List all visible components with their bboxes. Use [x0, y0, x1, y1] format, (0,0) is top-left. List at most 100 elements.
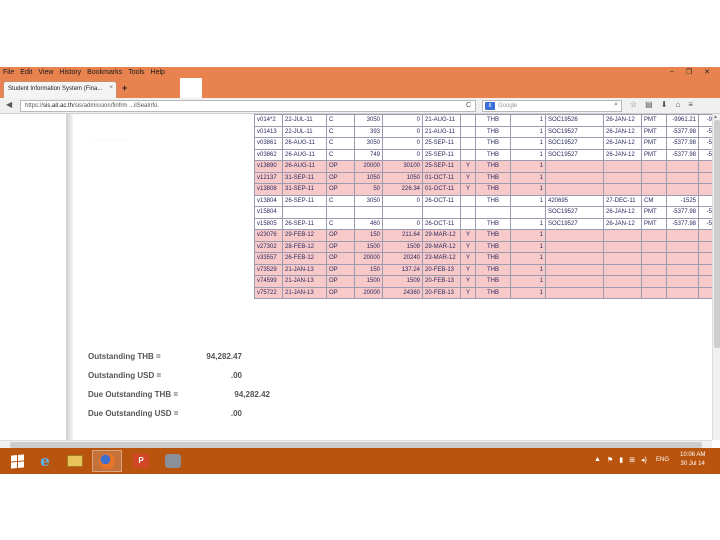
taskbar-utility[interactable] [158, 450, 188, 472]
table-cell: 0 [382, 148, 423, 161]
table-cell: -1525 [666, 194, 699, 207]
table-cell: THB [475, 171, 511, 184]
table-cell: THB [475, 286, 511, 299]
download-icon[interactable]: ⬇ [661, 100, 668, 109]
table-cell: -5377.98 [666, 125, 699, 138]
table-cell [641, 263, 667, 276]
window-controls: – ❐ ✕ [670, 68, 716, 76]
menu-view[interactable]: View [38, 69, 53, 76]
magnifier-icon[interactable]: ⌕ [614, 101, 618, 109]
table-cell: OP [326, 171, 355, 184]
tab-close-icon[interactable]: × [109, 85, 113, 91]
table-cell: 1 [510, 137, 546, 150]
table-cell: 3050 [354, 137, 383, 150]
table-cell: CM [641, 194, 667, 207]
table-cell: 26-JAN-12 [603, 206, 642, 219]
table-cell: OP [326, 183, 355, 196]
table-cell [603, 160, 642, 173]
restore-button[interactable]: ❐ [686, 68, 692, 76]
action-center-flag-icon[interactable]: ⚑ [607, 456, 613, 464]
table-cell: 0 [382, 114, 423, 127]
input-language[interactable]: ENG [656, 457, 669, 463]
tab-title: Student Information System (Fina... [8, 86, 103, 92]
table-cell: Y [460, 286, 476, 299]
table-cell: 01-OCT-11 [422, 171, 461, 184]
vertical-scrollbar[interactable]: ▲ [712, 114, 720, 440]
table-cell: 3050 [354, 194, 383, 207]
menu-bookmarks[interactable]: Bookmarks [87, 69, 122, 76]
table-cell: 31-SEP-11 [282, 171, 327, 184]
taskbar-powerpoint[interactable]: P [126, 450, 156, 472]
table-cell: Y [460, 263, 476, 276]
table-cell [422, 206, 461, 219]
menu-history[interactable]: History [59, 69, 81, 76]
table-cell: -5377.98 [666, 148, 699, 161]
table-cell: 29-MAR-12 [422, 240, 461, 253]
table-cell: -5377.98 [666, 137, 699, 150]
taskbar-firefox[interactable] [92, 450, 122, 472]
outstanding-thb-label: Outstanding THB = [88, 352, 161, 361]
volume-icon[interactable]: ◂) [641, 456, 647, 464]
table-cell: 31-SEP-11 [282, 183, 327, 196]
table-cell: C [326, 125, 355, 138]
table-cell: v13804 [254, 194, 283, 207]
summary-panel: Outstanding THB = 94,282.47 Outstanding … [88, 352, 270, 428]
battery-icon[interactable]: ▮ [619, 456, 623, 464]
table-cell: 1 [510, 183, 546, 196]
tab-student-information-system[interactable]: Student Information System (Fina... × [3, 81, 117, 98]
table-cell: OP [326, 240, 355, 253]
search-engine-icon[interactable]: 8 [485, 102, 495, 110]
table-cell [641, 240, 667, 253]
table-cell: SOC19527 [545, 206, 604, 219]
bookmarks-list-icon[interactable]: ▤ [645, 100, 653, 109]
table-cell: 20-FEB-13 [422, 263, 461, 276]
menu-hamburger-icon[interactable]: ≡ [688, 100, 693, 109]
start-button[interactable] [2, 450, 32, 472]
table-cell [603, 183, 642, 196]
menu-edit[interactable]: Edit [20, 69, 32, 76]
url-host: sis.ait.ac.th [43, 103, 74, 109]
table-row: v03861 26-AUG-11 C 3050 0 25-SEP-11 THB 1 SOC195… [254, 137, 712, 150]
table-cell: 1 [510, 263, 546, 276]
system-tray: ▲ ⚑ ▮ ⊞ ◂) [594, 456, 647, 464]
table-cell: C [326, 114, 355, 127]
search-placeholder: Google [498, 103, 518, 109]
close-window-button[interactable]: ✕ [704, 68, 710, 76]
vertical-scroll-thumb[interactable] [714, 120, 720, 348]
menu-help[interactable]: Help [151, 69, 165, 76]
table-cell [460, 114, 476, 127]
table-cell [698, 183, 712, 196]
table-cell: 26-JAN-12 [603, 114, 642, 127]
table-cell: 1509 [382, 240, 423, 253]
menu-file[interactable]: File [3, 69, 14, 76]
table-cell: v23076 [254, 229, 283, 242]
back-button[interactable]: ◀ [6, 100, 12, 109]
table-cell: 26-JAN-12 [603, 137, 642, 150]
table-cell [666, 229, 699, 242]
show-hidden-icons-icon[interactable]: ▲ [594, 456, 601, 464]
table-cell: OP [326, 275, 355, 288]
taskbar-internet-explorer[interactable]: e [30, 450, 60, 472]
table-cell: 1 [510, 252, 546, 265]
search-input[interactable]: 8 Google ⌕ [482, 100, 622, 112]
table-cell [460, 206, 476, 219]
url-bar[interactable]: https://sis.ait.ac.th/sis/admission/finf… [20, 100, 476, 112]
table-cell: v73529 [254, 263, 283, 276]
new-tab-button[interactable]: + [122, 83, 127, 93]
network-icon[interactable]: ⊞ [629, 456, 635, 464]
home-icon[interactable]: ⌂ [675, 100, 680, 109]
windows-logo-icon [10, 453, 24, 469]
table-cell: 20-FEB-13 [422, 275, 461, 288]
menu-tools[interactable]: Tools [128, 69, 144, 76]
table-row: v01413 22-JUL-11 C 393 0 21-AUG-11 THB 1 SOC1952… [254, 125, 712, 138]
horizontal-scrollbar[interactable] [0, 440, 712, 448]
bookmark-star-icon[interactable]: ☆ [630, 100, 637, 109]
clock[interactable]: 10:06 AM 30 Jul 14 [680, 451, 705, 469]
taskbar-file-explorer[interactable] [60, 450, 90, 472]
table-cell [545, 183, 604, 196]
table-cell: THB [475, 160, 511, 173]
reload-icon[interactable]: C [466, 102, 471, 109]
table-cell: 21-JAN-13 [282, 286, 327, 299]
minimize-button[interactable]: – [670, 68, 674, 76]
table-cell [603, 229, 642, 242]
